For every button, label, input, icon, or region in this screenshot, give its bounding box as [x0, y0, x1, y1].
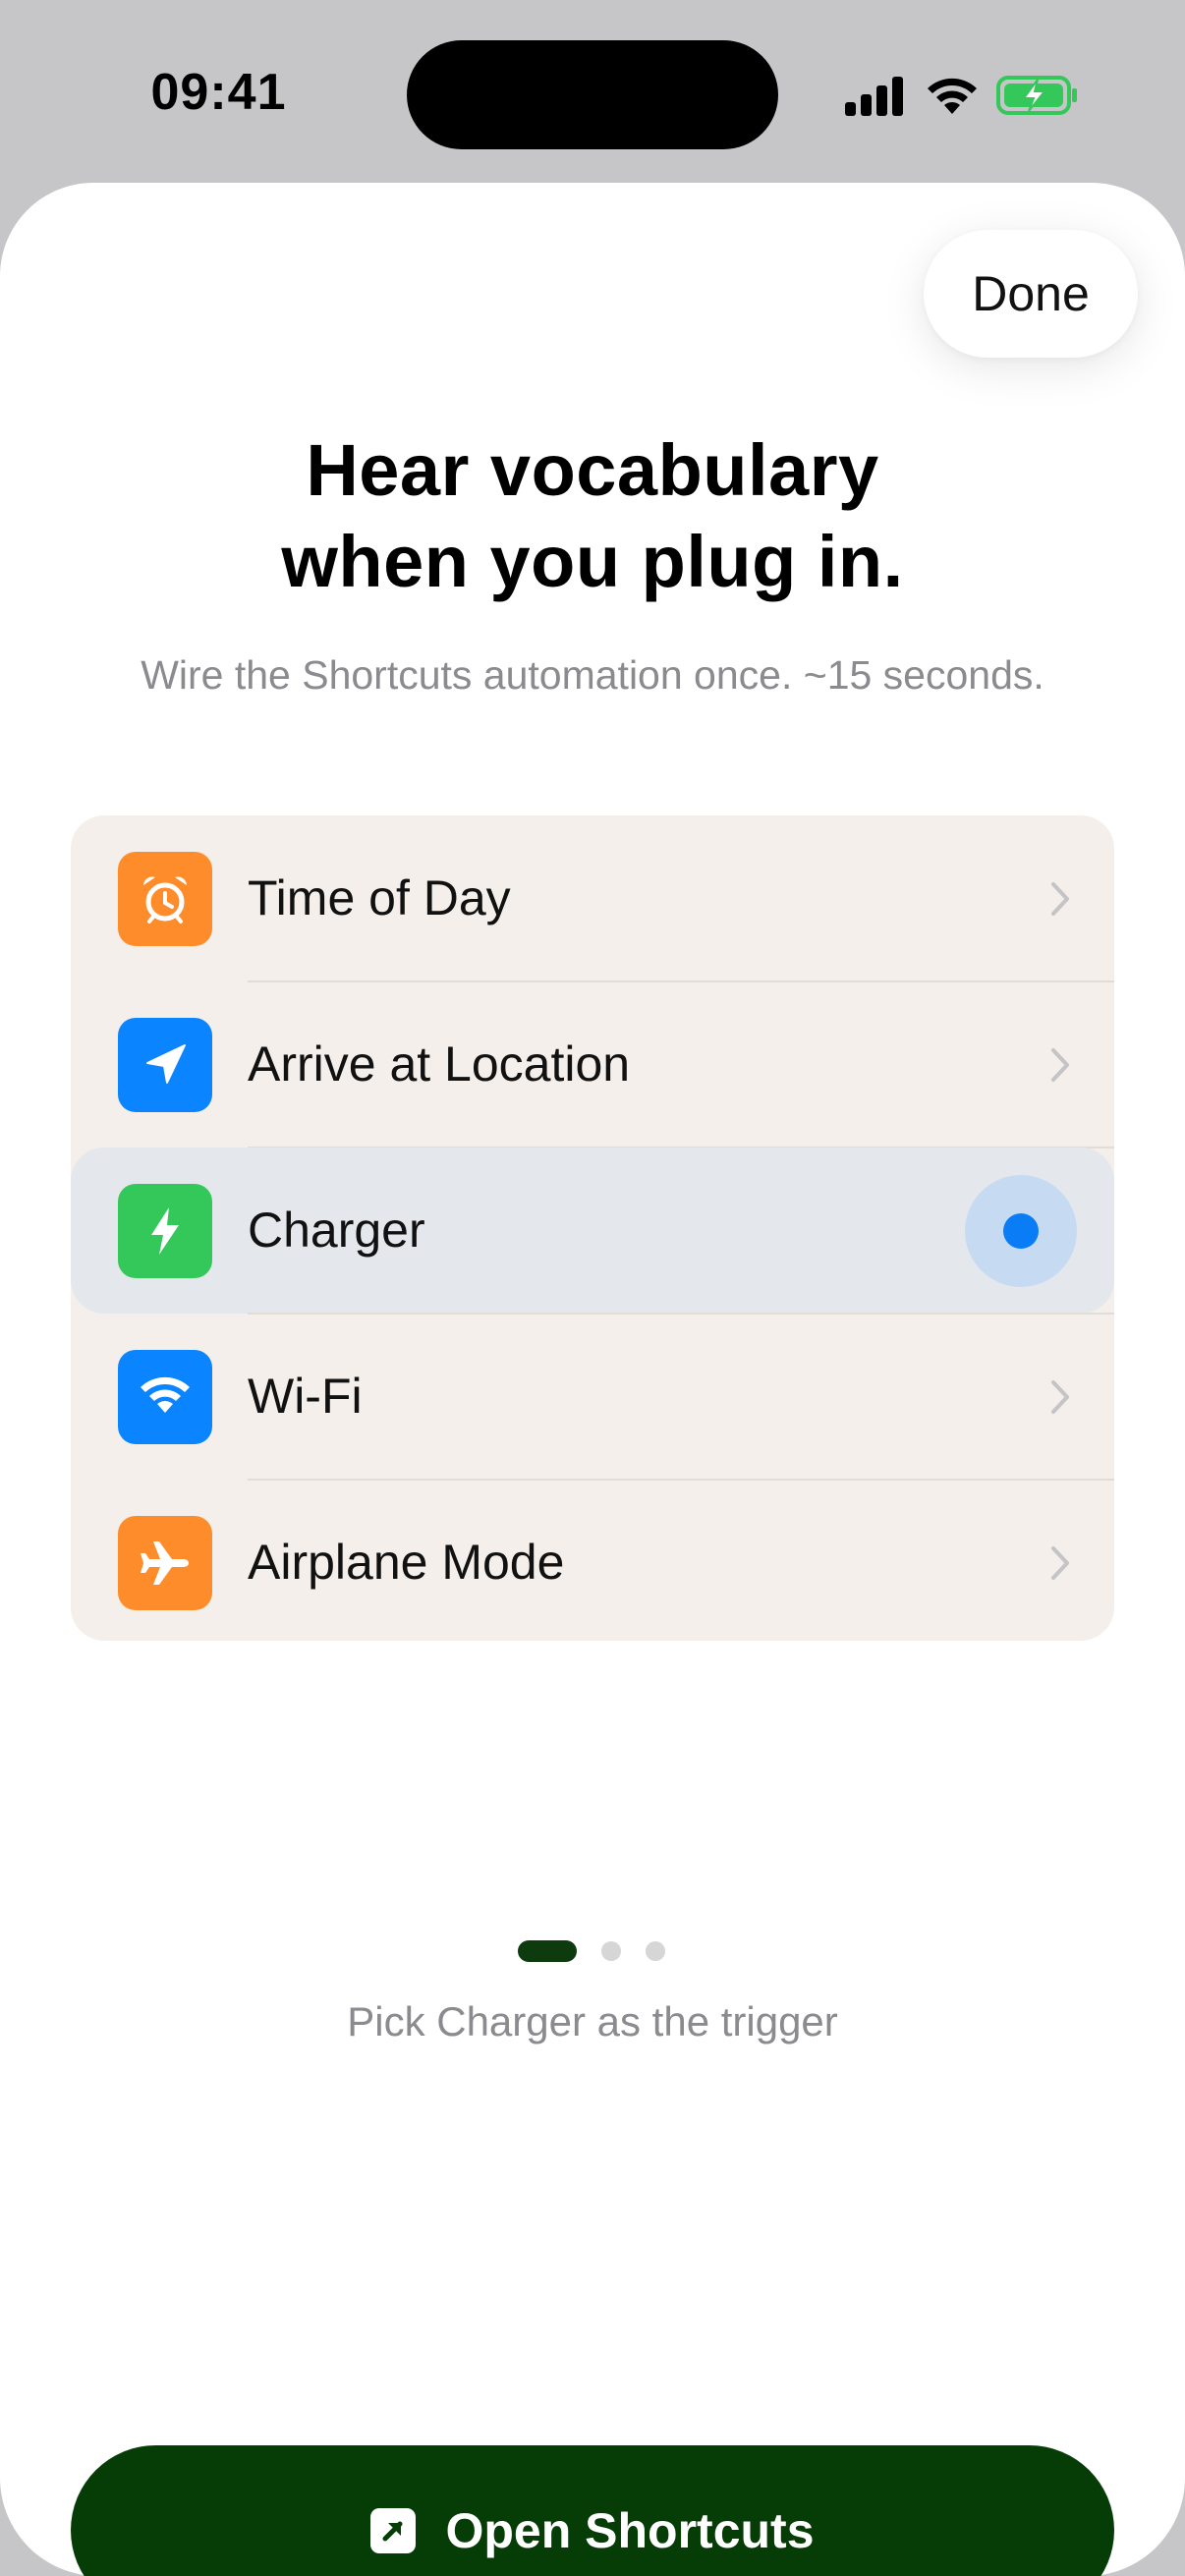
page-subtitle: Wire the Shortcuts automation once. ~15 … [141, 652, 1044, 698]
trigger-label: Arrive at Location [248, 1036, 631, 1092]
chevron-right-icon [1051, 1546, 1069, 1580]
open-external-icon [370, 2507, 417, 2553]
title-line-2: when you plug in. [281, 521, 904, 602]
trigger-label: Wi-Fi [248, 1369, 363, 1424]
dynamic-island [407, 40, 778, 149]
trigger-row-wifi[interactable]: Wi-Fi [71, 1314, 1114, 1481]
done-button[interactable]: Done [924, 230, 1138, 358]
page-dot [601, 1941, 621, 1961]
page-dot [646, 1941, 665, 1961]
title-line-1: Hear vocabulary [306, 429, 879, 511]
selected-radio-indicator [965, 1175, 1077, 1287]
trigger-label: Airplane Mode [248, 1535, 565, 1590]
battery-charging-icon [996, 76, 1077, 115]
chevron-right-icon [1051, 882, 1069, 916]
cellular-signal-icon [845, 77, 903, 116]
alarm-clock-icon [118, 852, 212, 946]
status-icons [845, 71, 1079, 120]
status-time: 09:41 [150, 64, 287, 121]
chevron-right-icon [1051, 1048, 1069, 1082]
page-title: Hear vocabulary when you plug in. [98, 424, 1087, 607]
trigger-label: Time of Day [248, 870, 511, 925]
open-shortcuts-label: Open Shortcuts [445, 2502, 815, 2558]
trigger-row-time-of-day[interactable]: Time of Day [71, 815, 1114, 982]
location-arrow-icon [118, 1018, 212, 1112]
open-shortcuts-button[interactable]: Open Shortcuts [71, 2445, 1114, 2576]
page-indicator [518, 1940, 665, 1962]
wifi-icon [118, 1350, 212, 1444]
chevron-right-icon [1051, 1380, 1069, 1414]
trigger-row-arrive-at-location[interactable]: Arrive at Location [71, 981, 1114, 1148]
airplane-icon [118, 1516, 212, 1610]
bolt-icon [118, 1184, 212, 1278]
step-caption: Pick Charger as the trigger [347, 1998, 838, 2044]
setup-sheet: Done Hear vocabulary when you plug in. W… [0, 183, 1185, 2576]
trigger-list: Time of Day Arrive at Location Charger W… [71, 815, 1114, 1641]
wifi-icon [928, 78, 977, 114]
page-dot-active [518, 1940, 577, 1962]
trigger-row-airplane-mode[interactable]: Airplane Mode [71, 1480, 1114, 1641]
trigger-row-charger[interactable]: Charger [71, 1148, 1114, 1315]
status-bar: 09:41 [0, 0, 1185, 187]
trigger-label: Charger [248, 1203, 425, 1258]
